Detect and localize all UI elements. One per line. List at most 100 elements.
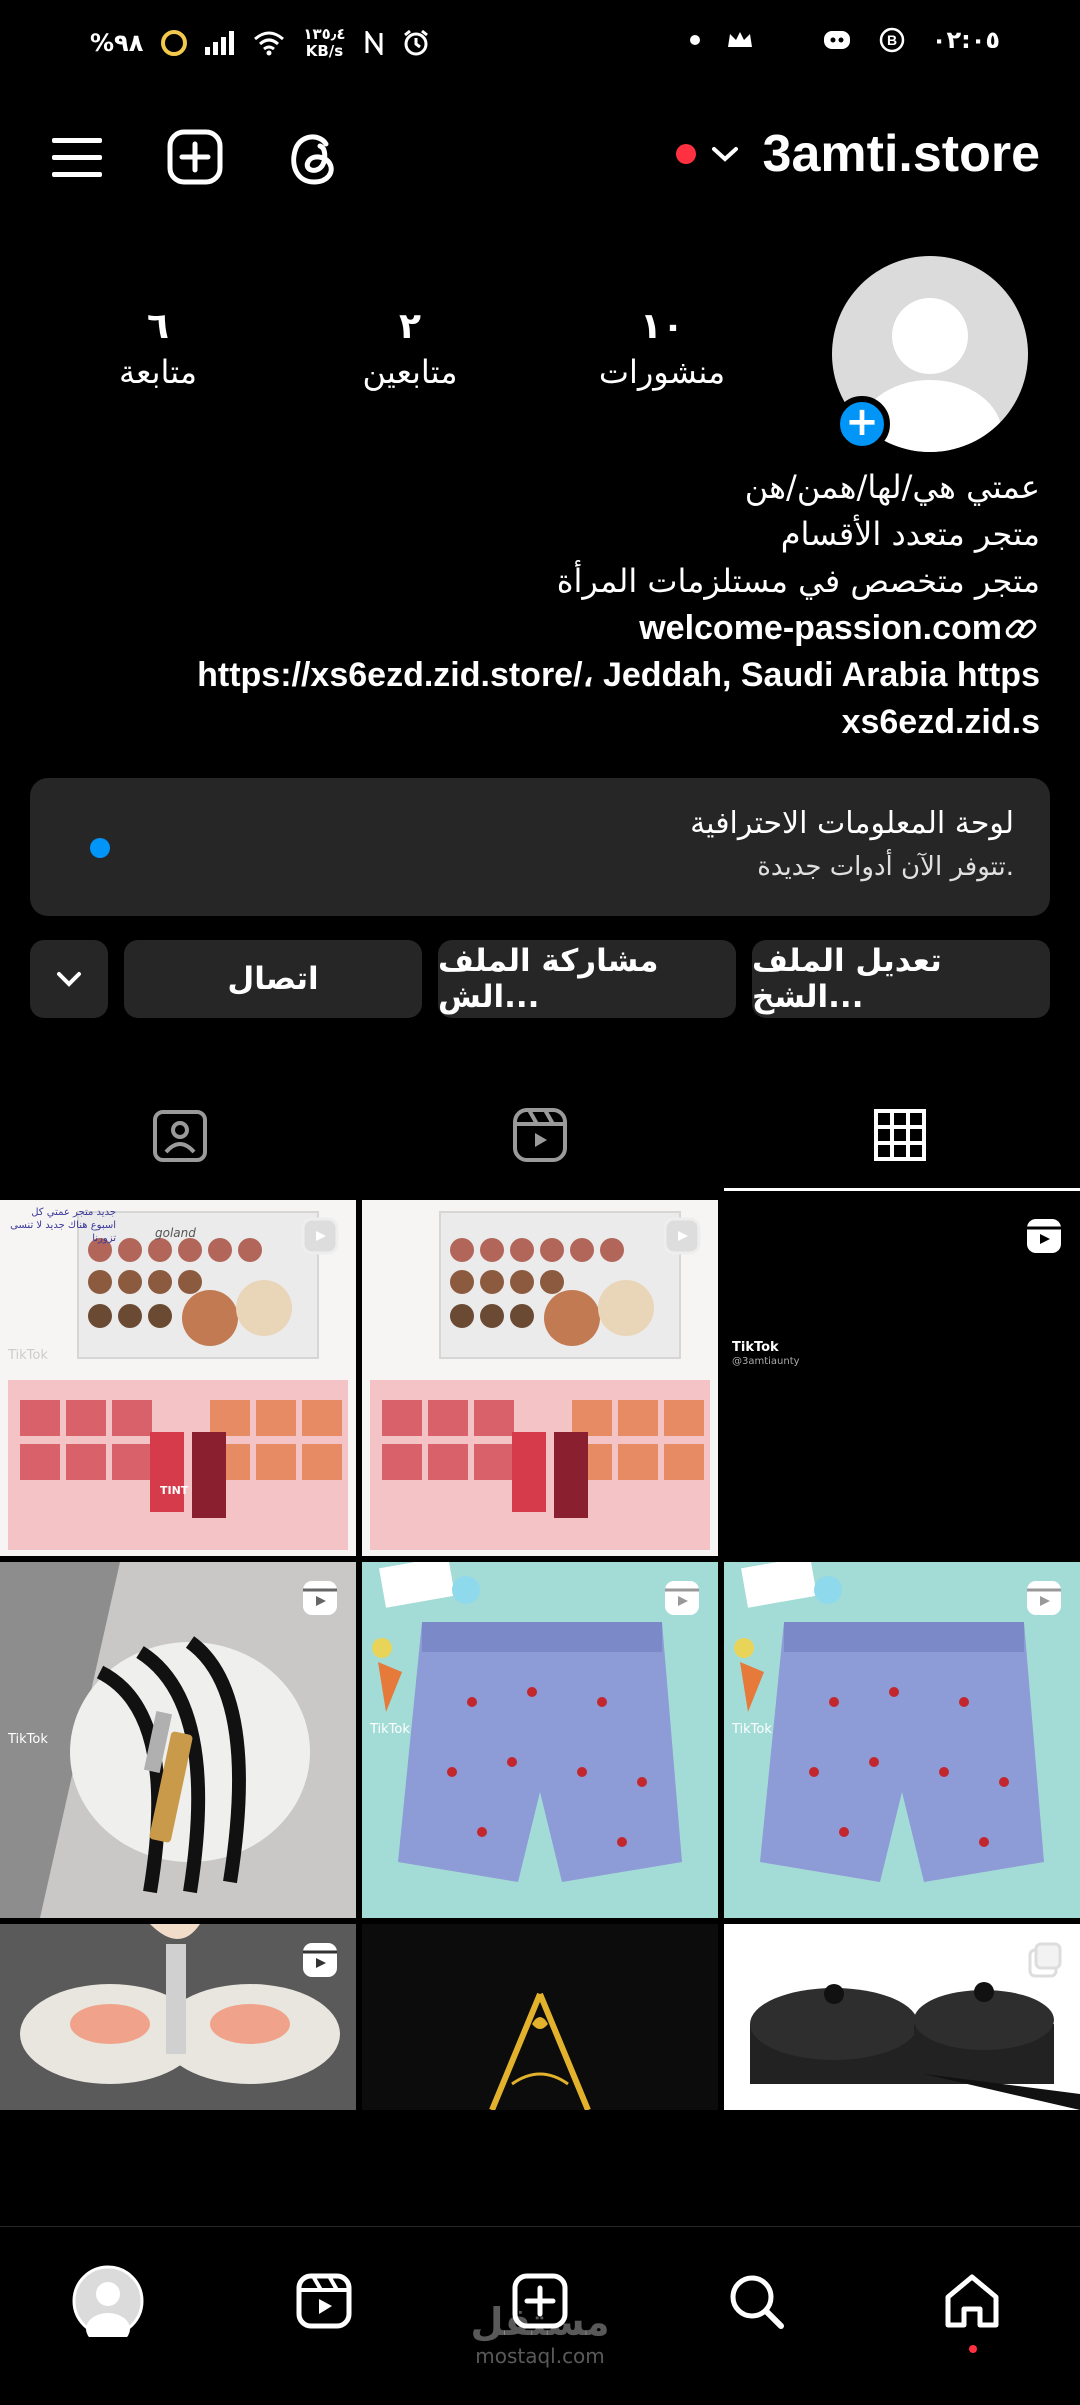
- profile-username[interactable]: 3amti.store: [763, 124, 1040, 184]
- tint-label: TINT: [160, 1484, 189, 1497]
- post-thumbnail-6[interactable]: TikTok: [724, 1562, 1080, 1918]
- status-right: B ٠٢:٠٥: [689, 26, 1000, 54]
- signal-icon: [205, 31, 235, 55]
- reel-icon: [303, 1943, 337, 1977]
- menu-icon[interactable]: [46, 126, 110, 190]
- multi-post-icon: [1028, 1942, 1062, 1978]
- link-icon: [1005, 619, 1037, 638]
- post-thumbnail-3[interactable]: TikTok @3amtiaunty: [724, 1200, 1080, 1556]
- bio-address-cont[interactable]: xs6ezd.zid.s: [197, 699, 1040, 746]
- watermark-text: مستقل: [470, 2300, 610, 2344]
- professional-dashboard-card[interactable]: لوحة المعلومات الاحترافية تتوفر الآن أدو…: [30, 778, 1050, 916]
- posts-count: ١٠: [640, 306, 684, 347]
- home-icon: [945, 2274, 999, 2328]
- watermark: مستقل mostaql.com: [470, 2300, 610, 2368]
- post-thumbnail-4[interactable]: TikTok: [0, 1562, 356, 1918]
- bio-address[interactable]: https://xs6ezd.zid.store/، Jeddah, Saudi…: [197, 652, 1040, 699]
- b-circle-icon: B: [879, 27, 905, 53]
- battery-text: %٩٨: [90, 29, 144, 57]
- post-thumbnail-8[interactable]: [362, 1924, 718, 2110]
- new-indicator-icon: [90, 838, 110, 858]
- post-thumbnail-7[interactable]: [0, 1924, 356, 2110]
- status-bar: %٩٨ ١٣٥٫٤ KB/s B ٠٢:٠٥: [0, 0, 1080, 90]
- profile-tabs: [0, 1080, 1080, 1192]
- reel-icon: [665, 1581, 699, 1615]
- notification-dot-icon: [689, 35, 700, 45]
- clock: ٠٢:٠٥: [931, 26, 1000, 54]
- chevron-down-icon: [57, 972, 81, 987]
- post-thumbnail-5[interactable]: TikTok: [362, 1562, 718, 1918]
- home-notification-dot-icon: [969, 2345, 977, 2353]
- create-post-icon[interactable]: [164, 126, 228, 190]
- promo-caption: جديد متجر عمتي كل اسبوع هناك جديد لا تنس…: [10, 1207, 116, 1244]
- tab-grid[interactable]: [720, 1080, 1080, 1190]
- moon-icon: [783, 32, 792, 48]
- unread-dot-icon: [676, 144, 696, 164]
- tiktok-watermark: TikTok: [732, 1722, 772, 1737]
- tiktok-watermark: TikTok: [8, 1348, 48, 1363]
- contact-button[interactable]: اتصال: [124, 940, 422, 1018]
- active-tab-indicator: [724, 1188, 1080, 1191]
- nav-reels[interactable]: [288, 2265, 360, 2337]
- tiktok-watermark: TikTok: [370, 1722, 410, 1737]
- chevron-down-icon: [712, 147, 738, 162]
- profile-bio: عمتي هي/لها/همن/هن متجر متعدد الأقسام مت…: [197, 464, 1040, 746]
- reel-icon: [301, 1217, 339, 1255]
- discord-icon: [823, 31, 850, 49]
- nav-profile[interactable]: [72, 2265, 144, 2337]
- bio-link[interactable]: welcome-passion.com: [197, 605, 1040, 652]
- wifi-icon: [254, 31, 285, 56]
- posts-grid: goland TINT جديد متجر عمتي كل اسبوع هناك…: [0, 1200, 1080, 2110]
- post-thumbnail-2[interactable]: [362, 1200, 718, 1556]
- crown-icon: [727, 32, 752, 47]
- share-profile-button[interactable]: مشاركة الملف الش...: [438, 940, 736, 1018]
- network-speed: ١٣٥٫٤ KB/s: [303, 26, 345, 60]
- reel-icon: [303, 1581, 337, 1615]
- grid-icon: [874, 1109, 926, 1161]
- reel-icon: [1027, 1581, 1061, 1615]
- reels-icon: [296, 2273, 352, 2329]
- post-thumbnail-9[interactable]: [724, 1924, 1080, 2110]
- reel-icon: [663, 1217, 701, 1255]
- dashboard-title: لوحة المعلومات الاحترافية: [690, 806, 1014, 841]
- reels-icon: [513, 1108, 567, 1162]
- search-icon: [730, 2275, 784, 2329]
- stat-posts[interactable]: ١٠ منشورات: [562, 306, 762, 391]
- nfc-icon: [365, 31, 383, 55]
- followers-label: متابعين: [362, 353, 458, 391]
- post-thumbnail-1[interactable]: goland TINT جديد متجر عمتي كل اسبوع هناك…: [0, 1200, 356, 1556]
- battery-icon: [161, 30, 188, 56]
- threads-icon[interactable]: [282, 126, 346, 190]
- tagged-icon: [153, 1110, 207, 1162]
- tab-tagged[interactable]: [0, 1080, 360, 1190]
- alarm-icon: [403, 29, 428, 56]
- stat-following[interactable]: ٦ متابعة: [58, 306, 258, 391]
- nav-home[interactable]: [936, 2265, 1008, 2337]
- tiktok-watermark: TikTok: [732, 1340, 779, 1355]
- svg-text:B: B: [887, 32, 897, 48]
- status-left: %٩٨ ١٣٥٫٤ KB/s: [90, 26, 430, 60]
- suggested-dropdown-button[interactable]: [30, 940, 108, 1018]
- account-switcher[interactable]: [676, 144, 740, 164]
- following-label: متابعة: [118, 353, 198, 391]
- bio-link-text[interactable]: welcome-passion.com: [639, 605, 1002, 652]
- tiktok-handle: @3amtiaunty: [732, 1356, 800, 1367]
- watermark-sub: mostaql.com: [475, 2344, 605, 2368]
- reel-icon: [1027, 1219, 1061, 1253]
- bio-description: متجر متخصص في مستلزمات المرأة: [556, 562, 1040, 600]
- speed-unit: KB/s: [305, 42, 344, 60]
- palette-brand: goland: [155, 1226, 196, 1240]
- bio-category: متجر متعدد الأقسام: [780, 515, 1040, 553]
- speed-value: ١٣٥٫٤: [303, 25, 346, 43]
- tiktok-watermark: TikTok: [8, 1732, 48, 1747]
- stat-followers[interactable]: ٢ متابعين: [310, 306, 510, 391]
- nav-search[interactable]: [720, 2265, 792, 2337]
- edit-profile-button[interactable]: تعديل الملف الشخ...: [752, 940, 1050, 1018]
- add-story-icon[interactable]: +: [834, 396, 890, 452]
- followers-count: ٢: [399, 306, 421, 347]
- following-count: ٦: [147, 306, 169, 347]
- dashboard-subtitle: تتوفر الآن أدوات جديدة.: [757, 852, 1014, 882]
- avatar-icon: [72, 2265, 144, 2337]
- bio-pronouns: عمتي هي/لها/همن/هن: [744, 468, 1040, 506]
- tab-reels[interactable]: [360, 1080, 720, 1190]
